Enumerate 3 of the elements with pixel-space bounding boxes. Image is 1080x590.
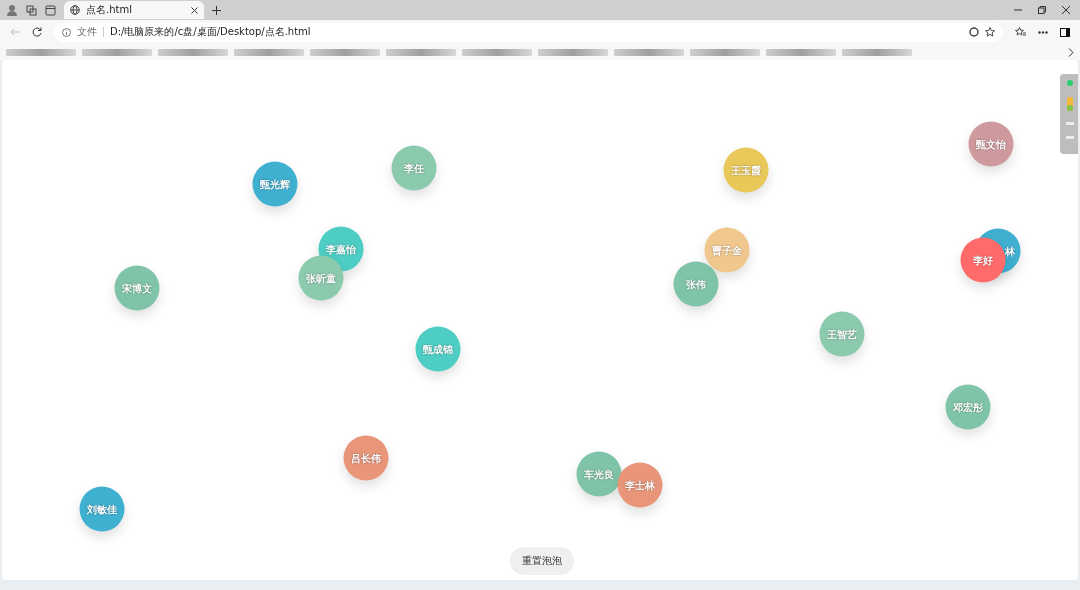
tab-title: 点名.html [86, 3, 133, 17]
address-text: D:/电脑原来的/c盘/桌面/Desktop/点名.html [110, 25, 311, 39]
file-label: 文件 [77, 25, 97, 39]
